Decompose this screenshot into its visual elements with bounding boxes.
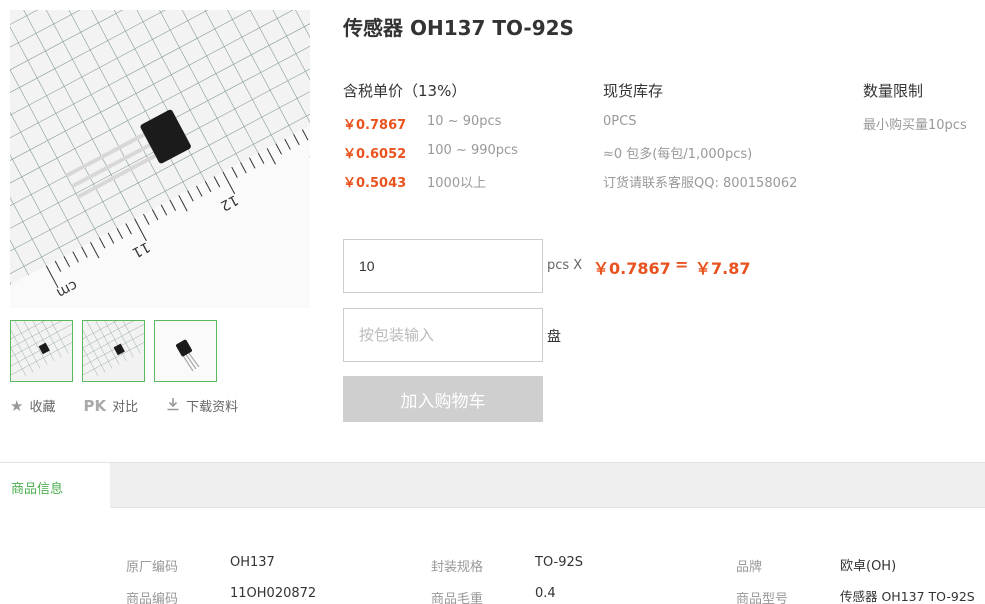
- tier-range: 1000以上: [427, 176, 487, 191]
- info-value: 11OH020872: [230, 586, 317, 601]
- quantity-unit: pcs X: [547, 258, 583, 273]
- product-main-image: cm 11 12 13: [10, 10, 310, 308]
- tab-product-info[interactable]: 商品信息: [0, 462, 110, 508]
- price-header: 含税单价（13%）: [343, 82, 467, 100]
- stock-contact: 订货请联系客服QQ: 800158062: [603, 176, 798, 191]
- pack-unit: 盘: [547, 329, 561, 345]
- price-tier-row: ￥0.7867 10 ~ 90pcs: [343, 114, 518, 143]
- info-value: 欧卓(OH): [840, 559, 897, 574]
- thumbnail-3[interactable]: [154, 320, 217, 382]
- info-key: 商品编码: [126, 592, 179, 604]
- tier-price: ￥0.6052: [343, 147, 407, 162]
- pack-input[interactable]: [343, 308, 543, 362]
- product-actions: ★ 收藏 PK 对比 下载资料: [10, 396, 266, 416]
- product-title: 传感器 OH137 TO-92S: [343, 16, 574, 40]
- pk-icon: PK: [83, 396, 107, 415]
- stock-column: 现货库存 0PCS ≈0 包多(每包/1,000pcs) 订货请联系客服QQ: …: [603, 80, 797, 201]
- thumbnail-list: [10, 320, 217, 382]
- compare-action[interactable]: PK 对比: [83, 396, 139, 416]
- order-total: ￥7.87: [695, 259, 751, 278]
- price-tier-row: ￥0.6052 100 ~ 990pcs: [343, 143, 518, 172]
- stock-header: 现货库存: [603, 82, 664, 100]
- product-info-grid: 原厂编码 OH137 封装规格 TO-92S 品牌 欧卓(OH) 商品编码 11…: [0, 555, 985, 604]
- tier-range: 10 ~ 90pcs: [427, 114, 502, 129]
- download-icon: [166, 397, 180, 415]
- info-key: 封装规格: [431, 560, 484, 575]
- download-label: 下载资料: [186, 400, 239, 415]
- info-key: 商品型号: [736, 592, 789, 604]
- compare-label: 对比: [112, 400, 139, 415]
- info-key: 品牌: [736, 560, 763, 575]
- star-icon: ★: [10, 396, 24, 415]
- tier-price: ￥0.7867: [343, 118, 407, 133]
- thumbnail-2[interactable]: [82, 320, 145, 382]
- info-value: OH137: [230, 555, 275, 570]
- limit-header: 数量限制: [863, 82, 924, 100]
- tier-price: ￥0.5043: [343, 176, 407, 191]
- price-tier-row: ￥0.5043 1000以上: [343, 172, 518, 201]
- tab-bar: 商品信息: [0, 462, 985, 508]
- order-unit-price: ￥0.7867: [593, 259, 671, 278]
- tier-range: 100 ~ 990pcs: [427, 143, 518, 158]
- stock-quantity: 0PCS: [603, 114, 637, 129]
- equals-sign: =: [675, 255, 689, 274]
- info-key: 商品毛重: [431, 592, 484, 604]
- limit-column: 数量限制 最小购买量10pcs: [863, 80, 967, 143]
- info-value: 0.4: [535, 586, 556, 601]
- thumbnail-1[interactable]: [10, 320, 73, 382]
- info-value: 传感器 OH137 TO-92S: [840, 589, 975, 604]
- favorite-action[interactable]: ★ 收藏: [10, 396, 56, 416]
- info-key: 原厂编码: [126, 560, 179, 575]
- stock-packages: ≈0 包多(每包/1,000pcs): [603, 147, 753, 162]
- download-action[interactable]: 下载资料: [166, 396, 238, 415]
- quantity-input[interactable]: [343, 239, 543, 293]
- limit-min-purchase: 最小购买量10pcs: [863, 118, 967, 133]
- favorite-label: 收藏: [29, 400, 56, 415]
- price-column: 含税单价（13%） ￥0.7867 10 ~ 90pcs ￥0.6052 100…: [343, 80, 518, 201]
- info-value: TO-92S: [535, 555, 584, 570]
- add-to-cart-button[interactable]: 加入购物车: [343, 376, 543, 422]
